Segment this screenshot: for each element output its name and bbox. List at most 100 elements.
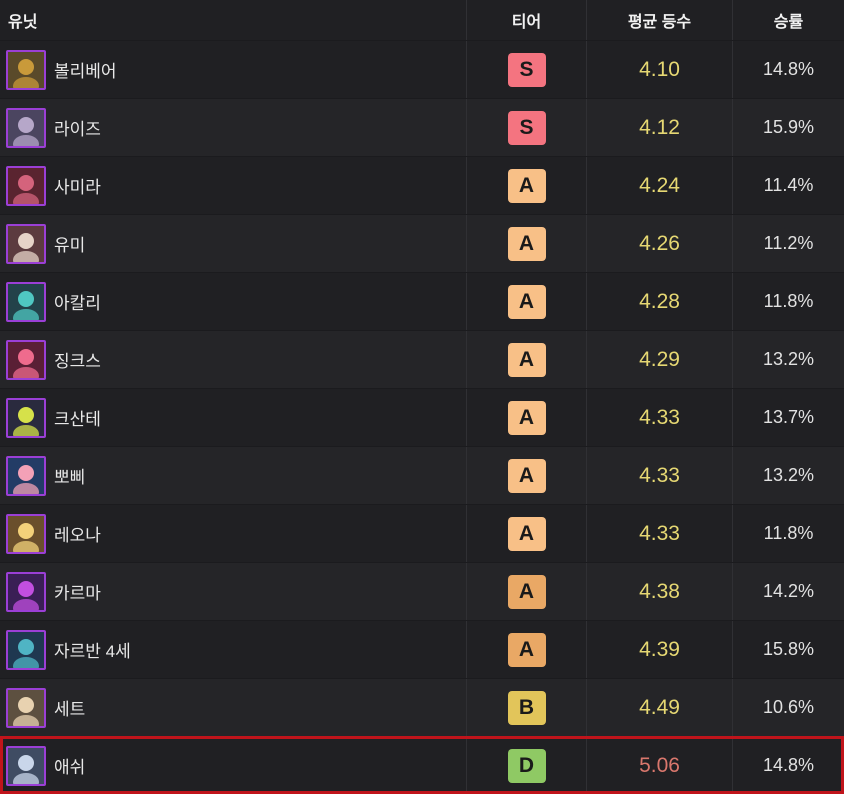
- win-rate-cell: 13.7%: [733, 389, 844, 446]
- unit-cell: 아칼리: [0, 273, 467, 330]
- win-rate-value: 15.8%: [762, 639, 815, 659]
- tier-cell: A: [467, 563, 587, 620]
- win-rate-cell: 10.6%: [733, 679, 844, 736]
- tier-cell: S: [467, 41, 587, 98]
- unit-portrait[interactable]: [6, 107, 46, 148]
- tier-cell: A: [467, 331, 587, 388]
- avg-placement-value: 4.33: [639, 405, 680, 429]
- table-row[interactable]: 유미 A 4.26 11.2%: [0, 214, 844, 272]
- win-rate-value: 11.2%: [763, 233, 814, 253]
- header-tier[interactable]: 티어: [467, 0, 587, 40]
- avg-placement-value: 5.06: [639, 753, 680, 777]
- unit-stats-table: 유닛 티어 평균 등수 승률 볼리베어 S 4.10 14.8% 라이즈 S 4.12 15.…: [0, 0, 844, 794]
- tier-badge: D: [507, 748, 546, 783]
- win-rate-value: 11.4%: [763, 175, 814, 195]
- unit-portrait[interactable]: [6, 281, 46, 322]
- avg-placement-value: 4.33: [639, 463, 680, 487]
- tier-badge: A: [507, 574, 546, 609]
- table-row[interactable]: 라이즈 S 4.12 15.9%: [0, 98, 844, 156]
- tier-badge: A: [507, 400, 546, 435]
- unit-name[interactable]: 사미라: [54, 173, 101, 198]
- unit-name[interactable]: 크산테: [54, 405, 101, 430]
- unit-name[interactable]: 카르마: [54, 579, 101, 604]
- avg-placement-cell: 4.33: [587, 389, 733, 446]
- unit-name[interactable]: 유미: [54, 231, 85, 256]
- unit-name[interactable]: 자르반 4세: [54, 637, 131, 662]
- unit-cell: 볼리베어: [0, 41, 467, 98]
- unit-name[interactable]: 레오나: [54, 521, 101, 546]
- tier-badge: S: [507, 110, 546, 145]
- unit-portrait[interactable]: [6, 571, 46, 612]
- avg-placement-cell: 4.26: [587, 215, 733, 272]
- table-row[interactable]: 징크스 A 4.29 13.2%: [0, 330, 844, 388]
- tier-badge: A: [507, 516, 546, 551]
- unit-portrait[interactable]: [6, 687, 46, 728]
- unit-portrait[interactable]: [6, 223, 46, 264]
- table-row[interactable]: 뽀삐 A 4.33 13.2%: [0, 446, 844, 504]
- tier-badge: B: [507, 690, 546, 725]
- unit-portrait[interactable]: [6, 455, 46, 496]
- tier-badge: A: [507, 168, 546, 203]
- unit-cell: 뽀삐: [0, 447, 467, 504]
- avg-placement-cell: 4.38: [587, 563, 733, 620]
- win-rate-cell: 11.4%: [733, 157, 844, 214]
- avg-placement-cell: 4.24: [587, 157, 733, 214]
- avg-placement-value: 4.29: [639, 347, 680, 371]
- unit-portrait[interactable]: [6, 397, 46, 438]
- win-rate-value: 10.6%: [762, 697, 815, 717]
- avg-placement-cell: 4.29: [587, 331, 733, 388]
- unit-name[interactable]: 뽀삐: [54, 463, 85, 488]
- table-row[interactable]: 카르마 A 4.38 14.2%: [0, 562, 844, 620]
- win-rate-value: 14.2%: [762, 581, 815, 601]
- unit-cell: 크산테: [0, 389, 467, 446]
- win-rate-cell: 14.8%: [733, 737, 844, 794]
- akali-portrait-icon: [8, 283, 44, 320]
- table-row[interactable]: 자르반 4세 A 4.39 15.8%: [0, 620, 844, 678]
- table-row[interactable]: 세트 B 4.49 10.6%: [0, 678, 844, 736]
- unit-portrait[interactable]: [6, 165, 46, 206]
- unit-name[interactable]: 징크스: [54, 347, 101, 372]
- samira-portrait-icon: [8, 167, 44, 204]
- win-rate-value: 13.2%: [762, 465, 815, 485]
- win-rate-cell: 15.9%: [733, 99, 844, 156]
- avg-placement-value: 4.39: [639, 637, 680, 661]
- unit-cell: 애쉬: [0, 737, 467, 794]
- table-row[interactable]: 볼리베어 S 4.10 14.8%: [0, 40, 844, 98]
- unit-name[interactable]: 애쉬: [54, 753, 85, 778]
- unit-portrait[interactable]: [6, 629, 46, 670]
- unit-name[interactable]: 아칼리: [54, 289, 101, 314]
- tier-cell: B: [467, 679, 587, 736]
- header-avg-placement[interactable]: 평균 등수: [587, 0, 733, 40]
- table-row[interactable]: 사미라 A 4.24 11.4%: [0, 156, 844, 214]
- unit-name[interactable]: 세트: [54, 695, 85, 720]
- table-body: 볼리베어 S 4.10 14.8% 라이즈 S 4.12 15.9% 사미라 A 4.24 11.4%…: [0, 40, 844, 794]
- volibear-portrait-icon: [8, 51, 44, 88]
- tier-badge: A: [507, 226, 546, 261]
- jinx-portrait-icon: [8, 341, 44, 378]
- avg-placement-value: 4.49: [639, 695, 680, 719]
- header-unit[interactable]: 유닛: [0, 0, 467, 40]
- unit-portrait[interactable]: [6, 513, 46, 554]
- tier-cell: A: [467, 447, 587, 504]
- win-rate-cell: 11.8%: [733, 505, 844, 562]
- table-row[interactable]: 크산테 A 4.33 13.7%: [0, 388, 844, 446]
- tier-cell: S: [467, 99, 587, 156]
- unit-portrait[interactable]: [6, 339, 46, 380]
- avg-placement-value: 4.12: [639, 115, 680, 139]
- unit-portrait[interactable]: [6, 745, 46, 786]
- unit-portrait[interactable]: [6, 49, 46, 90]
- win-rate-value: 13.2%: [762, 349, 815, 369]
- table-row[interactable]: 레오나 A 4.33 11.8%: [0, 504, 844, 562]
- jarvan-portrait-icon: [8, 631, 44, 668]
- ashe-portrait-icon: [8, 747, 44, 784]
- unit-name[interactable]: 라이즈: [54, 115, 101, 140]
- header-win-rate[interactable]: 승률: [733, 0, 844, 40]
- sett-portrait-icon: [8, 689, 44, 726]
- table-row[interactable]: 아칼리 A 4.28 11.8%: [0, 272, 844, 330]
- avg-placement-cell: 4.33: [587, 505, 733, 562]
- table-row-highlighted[interactable]: 애쉬 D 5.06 14.8%: [0, 736, 844, 794]
- tier-cell: A: [467, 215, 587, 272]
- avg-placement-value: 4.33: [639, 521, 680, 545]
- avg-placement-cell: 4.28: [587, 273, 733, 330]
- unit-name[interactable]: 볼리베어: [54, 57, 117, 82]
